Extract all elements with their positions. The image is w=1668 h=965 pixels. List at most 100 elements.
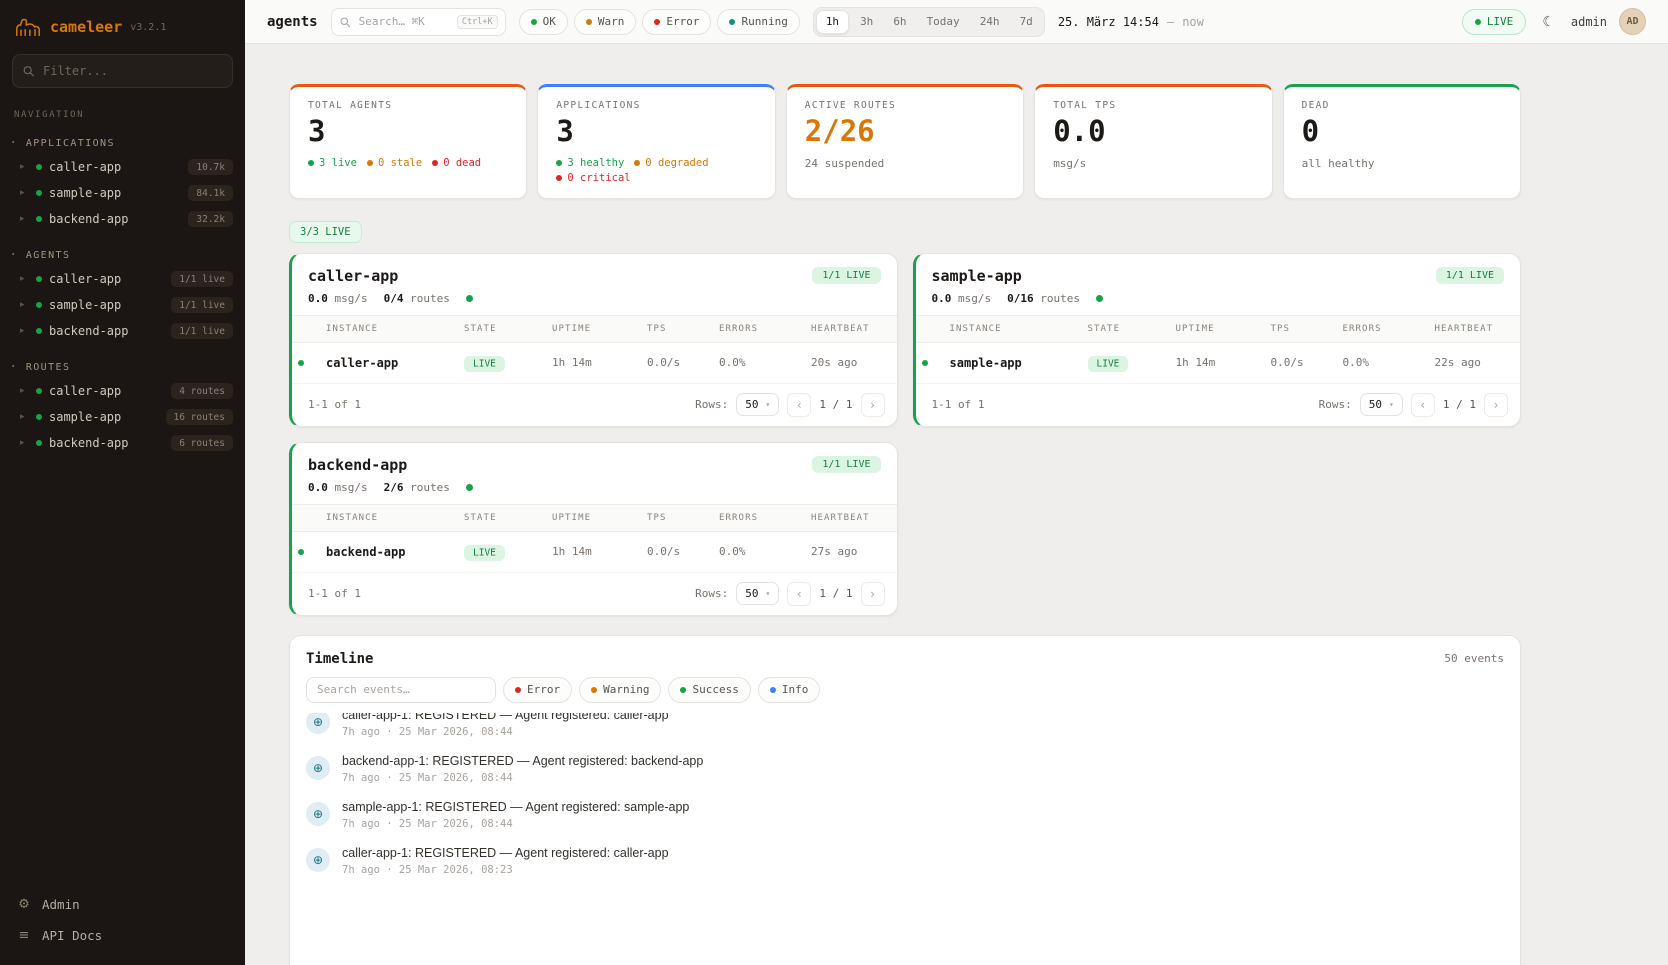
prev-page-button[interactable]: ‹ [1411, 393, 1435, 417]
sidebar-route-sample-app[interactable]: ▸ sample-app 16 routes [0, 404, 245, 430]
tps-cell: 0.0/s [641, 342, 713, 383]
nav-section-routes: · ROUTES ▸ caller-app 4 routes ▸ sample-… [0, 360, 245, 456]
main-scroll-area[interactable]: TOTAL AGENTS 3 3 live 0 stale 0 dead APP… [245, 44, 1668, 965]
status-dot [298, 549, 304, 555]
sidebar-app-sample-app[interactable]: ▸ sample-app 84.1k [0, 180, 245, 206]
range-1h[interactable]: 1h [816, 10, 849, 34]
rows-per-page-select[interactable]: 50 ▾ [736, 582, 779, 605]
routes-value: 0/4 [384, 292, 404, 305]
spark-dot [466, 295, 473, 302]
sidebar-footer: ⚙ Admin ≡ API Docs [0, 883, 245, 965]
range-6h[interactable]: 6h [884, 10, 915, 34]
app-logo[interactable]: cameleer v3.2.1 [0, 0, 245, 44]
col-header: INSTANCE [320, 504, 458, 531]
col-header: ERRORS [713, 315, 805, 342]
global-search[interactable]: Ctrl+K [331, 8, 506, 36]
instance-name: backend-app [320, 531, 458, 572]
rows-value: 50 [1369, 398, 1382, 411]
sidebar-agent-backend-app[interactable]: ▸ backend-app 1/1 live [0, 318, 245, 344]
range-24h[interactable]: 24h [971, 10, 1009, 34]
row-range: 1-1 of 1 [308, 587, 361, 600]
stat-label: TOTAL AGENTS [308, 100, 508, 111]
timeline-chip-warning[interactable]: Warning [579, 677, 661, 703]
app-card-stats: 0.0 msg/s 2/6 routes [292, 481, 897, 504]
event-title: caller-app-1: REGISTERED — Agent registe… [342, 846, 669, 860]
range-3h[interactable]: 3h [851, 10, 882, 34]
app-version: v3.2.1 [130, 22, 166, 33]
avatar[interactable]: AD [1619, 8, 1646, 35]
rows-per-page-select[interactable]: 50 ▾ [1360, 393, 1403, 416]
section-header-applications[interactable]: · APPLICATIONS [0, 136, 245, 154]
dark-mode-toggle[interactable]: ☾ [1538, 12, 1559, 32]
status-dot [308, 160, 314, 166]
item-badge: 32.2k [188, 211, 233, 227]
status-dot [531, 19, 537, 25]
event-title: backend-app-1: REGISTERED — Agent regist… [342, 754, 703, 768]
sidebar-agent-caller-app[interactable]: ▸ caller-app 1/1 live [0, 266, 245, 292]
filter-chip-error[interactable]: Error [642, 9, 711, 35]
sidebar-filter-input[interactable] [12, 54, 233, 88]
status-dot [729, 19, 735, 25]
event-title: caller-app-1: REGISTERED — Agent registe… [342, 713, 669, 722]
range-today[interactable]: Today [918, 10, 969, 34]
chip-label: OK [543, 15, 556, 28]
chevron-down-icon: ▾ [766, 400, 771, 409]
chevron-right-icon: ▸ [20, 162, 29, 172]
date-range-picker[interactable]: 25. März 14:54 — now [1058, 15, 1204, 29]
sidebar-agent-sample-app[interactable]: ▸ sample-app 1/1 live [0, 292, 245, 318]
next-page-button[interactable]: › [1484, 393, 1508, 417]
stat-card-active-routes: ACTIVE ROUTES 2/26 24 suspended [786, 84, 1024, 199]
col-header: HEARTBEAT [805, 504, 897, 531]
instance-row[interactable]: backend-app LIVE 1h 14m 0.0/s 0.0% 27s a… [292, 531, 897, 572]
live-status-badge[interactable]: LIVE [1462, 9, 1527, 35]
next-page-button[interactable]: › [861, 582, 885, 606]
stat-subtext: msg/s [1053, 157, 1253, 170]
live-summary-badge: 3/3 LIVE [289, 221, 362, 243]
col-header: INSTANCE [320, 315, 458, 342]
table-footer: 1-1 of 1 Rows: 50 ▾ ‹ 1 / 1 › [292, 573, 897, 615]
prev-page-button[interactable]: ‹ [787, 582, 811, 606]
timeline-events-list[interactable]: ⊕ caller-app-1: REGISTERED — Agent regis… [290, 713, 1520, 965]
sidebar-route-backend-app[interactable]: ▸ backend-app 6 routes [0, 430, 245, 456]
nav-heading: NAVIGATION [0, 92, 245, 120]
status-dot [36, 388, 42, 394]
filter-chip-warn[interactable]: Warn [574, 9, 637, 35]
prev-page-button[interactable]: ‹ [787, 393, 811, 417]
filter-chip-ok[interactable]: OK [519, 9, 568, 35]
instances-table: INSTANCE STATE UPTIME TPS ERRORS HEARTBE… [292, 315, 897, 384]
nav-section-applications: · APPLICATIONS ▸ caller-app 10.7k ▸ samp… [0, 136, 245, 232]
status-dot [634, 160, 640, 166]
live-count-badge: 1/1 LIVE [812, 267, 880, 284]
range-7d[interactable]: 7d [1011, 10, 1042, 34]
rows-per-page-select[interactable]: 50 ▾ [736, 393, 779, 416]
filter-chip-running[interactable]: Running [717, 9, 799, 35]
sidebar-route-caller-app[interactable]: ▸ caller-app 4 routes [0, 378, 245, 404]
next-page-button[interactable]: › [861, 393, 885, 417]
event-icon: ⊕ [306, 802, 330, 826]
page-indicator: 1 / 1 [819, 398, 852, 411]
app-card-caller-app: caller-app 1/1 LIVE 0.0 msg/s 0/4 routes… [289, 253, 898, 427]
sidebar-item-api-docs[interactable]: ≡ API Docs [16, 928, 229, 943]
row-range: 1-1 of 1 [308, 398, 361, 411]
timeline-chip-error[interactable]: Error [503, 677, 572, 703]
status-dot [298, 360, 304, 366]
chevron-down-icon: ▾ [1389, 400, 1394, 409]
rows-label: Rows: [695, 398, 728, 411]
col-header: STATE [1082, 315, 1170, 342]
instance-row[interactable]: caller-app LIVE 1h 14m 0.0/s 0.0% 20s ag… [292, 342, 897, 383]
sidebar-item-admin[interactable]: ⚙ Admin [16, 897, 229, 912]
page-title: agents [267, 14, 318, 30]
username[interactable]: admin [1571, 15, 1607, 29]
sidebar-app-caller-app[interactable]: ▸ caller-app 10.7k [0, 154, 245, 180]
section-header-routes[interactable]: · ROUTES [0, 360, 245, 378]
sidebar-app-backend-app[interactable]: ▸ backend-app 32.2k [0, 206, 245, 232]
timeline-panel: Timeline 50 events Error Warning [289, 635, 1521, 965]
global-search-input[interactable] [357, 14, 451, 29]
tps-unit: msg/s [958, 292, 991, 305]
timeline-event: ⊕ sample-app-1: REGISTERED — Agent regis… [306, 792, 1504, 838]
timeline-search-input[interactable] [306, 677, 496, 703]
timeline-chip-info[interactable]: Info [758, 677, 821, 703]
section-header-agents[interactable]: · AGENTS [0, 248, 245, 266]
instance-row[interactable]: sample-app LIVE 1h 14m 0.0/s 0.0% 22s ag… [916, 342, 1521, 383]
timeline-chip-success[interactable]: Success [668, 677, 750, 703]
